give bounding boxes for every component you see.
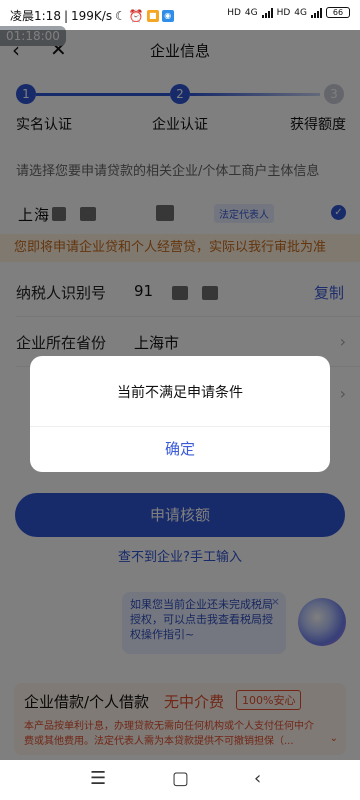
app-notification-icon-2: ◉	[161, 9, 174, 22]
status-separator: |	[63, 8, 68, 23]
moon-icon: ☾	[115, 8, 126, 23]
back-nav-icon[interactable]: ‹	[254, 768, 261, 789]
app-notification-icon: ■	[146, 9, 159, 22]
alarm-icon: ⏰	[128, 8, 144, 23]
network-4g-label-2: 4G	[294, 7, 307, 18]
dialog-message: 当前不满足申请条件	[117, 385, 243, 401]
home-icon[interactable]: ▢	[172, 768, 189, 789]
status-right: HD 4G HD 4G 66	[227, 7, 350, 18]
battery-icon: 66	[326, 7, 350, 18]
signal-icon-2	[311, 7, 322, 18]
status-time: 凌晨1:18	[10, 9, 61, 23]
confirm-button[interactable]: 确定	[30, 427, 330, 472]
system-nav-bar: ☰ ▢ ‹	[0, 760, 360, 800]
hd-label-2: HD	[276, 7, 291, 18]
network-4g-label: 4G	[244, 7, 258, 18]
alert-dialog: 当前不满足申请条件 确定	[30, 356, 330, 472]
status-left: 凌晨1:18 | 199K/s ☾ ⏰ ■ ◉	[10, 7, 174, 24]
status-speed: 199K/s	[71, 8, 113, 23]
menu-icon[interactable]: ☰	[90, 768, 106, 789]
signal-icon	[261, 7, 273, 18]
hd-label: HD	[227, 7, 241, 18]
